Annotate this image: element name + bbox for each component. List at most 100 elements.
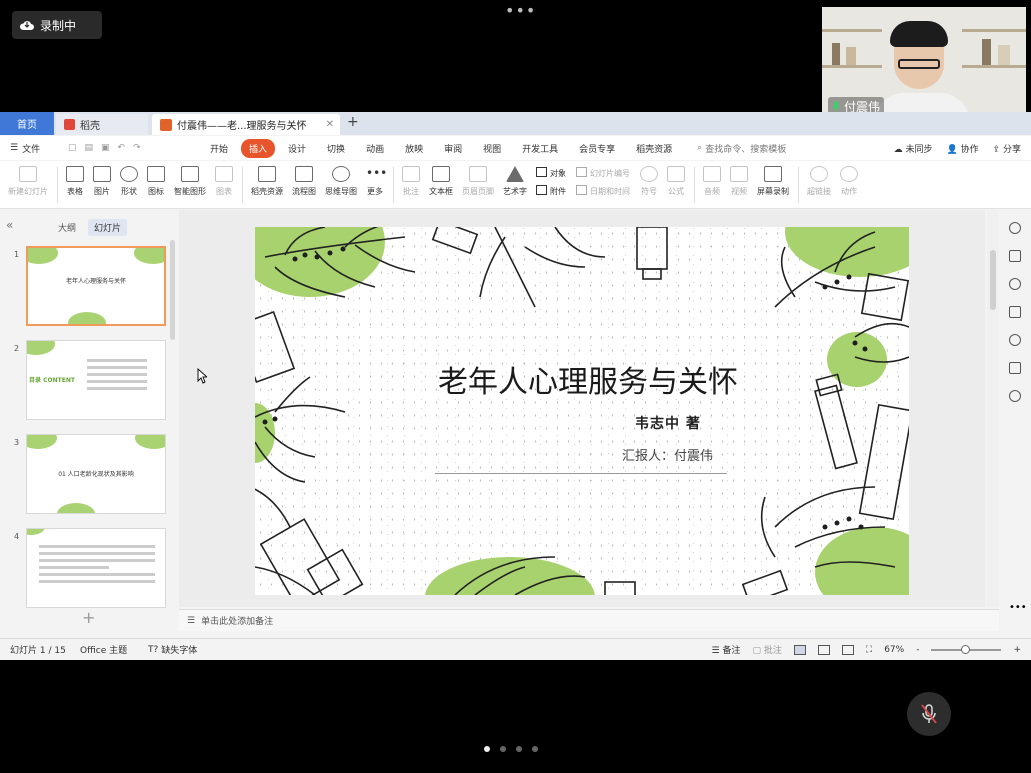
menu-insert[interactable]: 插入: [241, 138, 276, 158]
current-slide[interactable]: 老年人心理服务与关怀 韦志中 著 汇报人：付震伟: [255, 227, 909, 595]
page-dot[interactable]: [532, 746, 538, 752]
docer-resources-button[interactable]: 稻壳资源: [251, 161, 283, 197]
save-icon[interactable]: ▢: [68, 143, 77, 153]
style-icon[interactable]: [1009, 222, 1021, 234]
more-dots-icon[interactable]: •••: [1009, 602, 1027, 614]
undo-icon[interactable]: ↶: [118, 143, 126, 153]
layers-icon[interactable]: [1009, 306, 1021, 318]
menu-view[interactable]: 视图: [475, 139, 509, 158]
file-menu[interactable]: ☰ 文件: [0, 142, 62, 155]
formula-button[interactable]: 公式: [667, 161, 685, 197]
audio-button[interactable]: 音频: [703, 161, 721, 197]
menu-home[interactable]: 开始: [202, 139, 236, 158]
page-dot[interactable]: [500, 746, 506, 752]
flowchart-button[interactable]: 流程图: [292, 161, 316, 197]
redo-icon[interactable]: ↷: [133, 143, 141, 153]
close-tab-icon[interactable]: ✕: [326, 119, 334, 130]
tab-document[interactable]: 付震伟——老...理服务与关怀 ✕: [152, 114, 340, 135]
action-button[interactable]: 动作: [840, 161, 858, 197]
slide-author[interactable]: 韦志中 著: [635, 413, 701, 433]
thumbnail-scrollbar[interactable]: [170, 240, 175, 340]
more-button[interactable]: ••• 更多: [366, 161, 387, 197]
object-button[interactable]: 对象: [536, 167, 566, 179]
menu-docer-resources[interactable]: 稻壳资源: [628, 139, 680, 158]
zoom-slider-handle[interactable]: [961, 644, 971, 654]
quick-access-toolbar: ▢ ▤ ▣ ↶ ↷: [62, 143, 202, 153]
fit-window-icon[interactable]: ⛶: [866, 645, 872, 655]
share-button[interactable]: ⇪ 分享: [993, 142, 1021, 155]
tab-slides[interactable]: 幻灯片: [88, 219, 128, 236]
header-footer-button[interactable]: 页眉页脚: [462, 161, 494, 197]
notes-toggle[interactable]: ☰ 备注: [712, 643, 741, 656]
slide-title[interactable]: 老年人心理服务与关怀: [255, 357, 909, 401]
add-slide-button[interactable]: +: [82, 608, 95, 627]
mute-button[interactable]: [907, 692, 951, 736]
page-dot[interactable]: [484, 746, 490, 752]
menu-animation[interactable]: 动画: [358, 139, 392, 158]
comment-toggle[interactable]: ▢ 批注: [752, 643, 781, 656]
comment-button[interactable]: 批注: [402, 161, 420, 197]
menu-design[interactable]: 设计: [280, 139, 314, 158]
tab-outline[interactable]: 大纲: [52, 219, 82, 236]
print-icon[interactable]: ▣: [101, 143, 110, 153]
recording-badge[interactable]: 录制中: [12, 11, 102, 39]
table-button[interactable]: 表格: [66, 161, 84, 197]
symbol-button[interactable]: 符号: [640, 161, 658, 197]
zoom-out-button[interactable]: -: [916, 645, 919, 655]
slide-thumbnail-2[interactable]: 目录 CONTENT: [26, 340, 166, 420]
slide-thumbnail-4[interactable]: [26, 528, 166, 608]
zoom-slider[interactable]: [931, 644, 1002, 654]
notes-pane[interactable]: ☰ 单击此处添加备注: [179, 609, 999, 631]
menu-member[interactable]: 会员专享: [571, 139, 623, 158]
shape-button[interactable]: 形状: [120, 161, 138, 197]
sorter-view-icon[interactable]: [817, 644, 830, 655]
screen-record-button[interactable]: 屏幕录制: [757, 161, 789, 197]
wordart-button[interactable]: 艺术字: [503, 161, 527, 197]
properties-icon[interactable]: [1009, 250, 1021, 262]
slide-thumbnail-3[interactable]: 01 人口老龄化现状及其影响: [26, 434, 166, 514]
zoom-level[interactable]: 67%: [884, 645, 904, 655]
zoom-in-button[interactable]: +: [1013, 645, 1021, 655]
menu-transition[interactable]: 切换: [319, 139, 353, 158]
menu-slideshow[interactable]: 放映: [397, 139, 431, 158]
canvas-scrollbar[interactable]: [987, 210, 999, 607]
icon-button[interactable]: 图标: [147, 161, 165, 197]
attachment-button[interactable]: 附件: [536, 185, 566, 197]
theme-name[interactable]: Office 主题: [80, 643, 148, 656]
smart-art-button[interactable]: 智能图形: [174, 161, 206, 197]
tab-docer[interactable]: 稻壳: [56, 114, 148, 135]
location-icon[interactable]: [1009, 390, 1021, 402]
datetime-button[interactable]: 日期和时间: [576, 185, 630, 197]
menu-review[interactable]: 审阅: [436, 139, 470, 158]
menu-developer[interactable]: 开发工具: [514, 139, 566, 158]
collab-button[interactable]: 👤 协作: [946, 142, 978, 155]
command-search[interactable]: ⌕ 查找命令、搜索模板: [697, 142, 786, 155]
tab-home[interactable]: 首页: [0, 112, 54, 135]
participant-video[interactable]: 付震伟: [822, 7, 1026, 120]
mindmap-button[interactable]: 思维导图: [325, 161, 357, 197]
hyperlink-button[interactable]: 超链接: [807, 161, 831, 197]
new-slide-button[interactable]: 新建幻灯片: [8, 161, 48, 197]
collapse-panel-icon[interactable]: «: [6, 218, 13, 232]
normal-view-icon[interactable]: [793, 644, 806, 655]
more-options-icon[interactable]: •••: [505, 3, 536, 19]
missing-font-button[interactable]: T? 缺失字体: [148, 643, 197, 657]
slide-thumbnail-1[interactable]: 老年人心理服务与关怀: [26, 246, 166, 326]
chart-button[interactable]: 图表: [215, 161, 233, 197]
export-icon[interactable]: ▤: [85, 143, 94, 153]
page-indicator[interactable]: [484, 746, 538, 752]
edit-icon[interactable]: [1009, 362, 1021, 374]
help-icon[interactable]: [1009, 334, 1021, 346]
video-button[interactable]: 视频: [730, 161, 748, 197]
star-icon[interactable]: [1009, 278, 1021, 290]
slide-number-button[interactable]: 幻灯片编号: [576, 167, 630, 179]
picture-button[interactable]: 图片: [93, 161, 111, 197]
reading-view-icon[interactable]: [841, 644, 854, 655]
textbox-button[interactable]: 文本框: [429, 161, 453, 197]
sync-button[interactable]: ☁ 未同步: [894, 142, 933, 155]
new-tab-button[interactable]: +: [347, 114, 359, 130]
page-dot[interactable]: [516, 746, 522, 752]
scroll-thumb[interactable]: [990, 250, 996, 310]
slide-reporter[interactable]: 汇报人：付震伟: [622, 445, 713, 464]
slide-canvas[interactable]: 老年人心理服务与关怀 韦志中 著 汇报人：付震伟: [179, 210, 985, 607]
